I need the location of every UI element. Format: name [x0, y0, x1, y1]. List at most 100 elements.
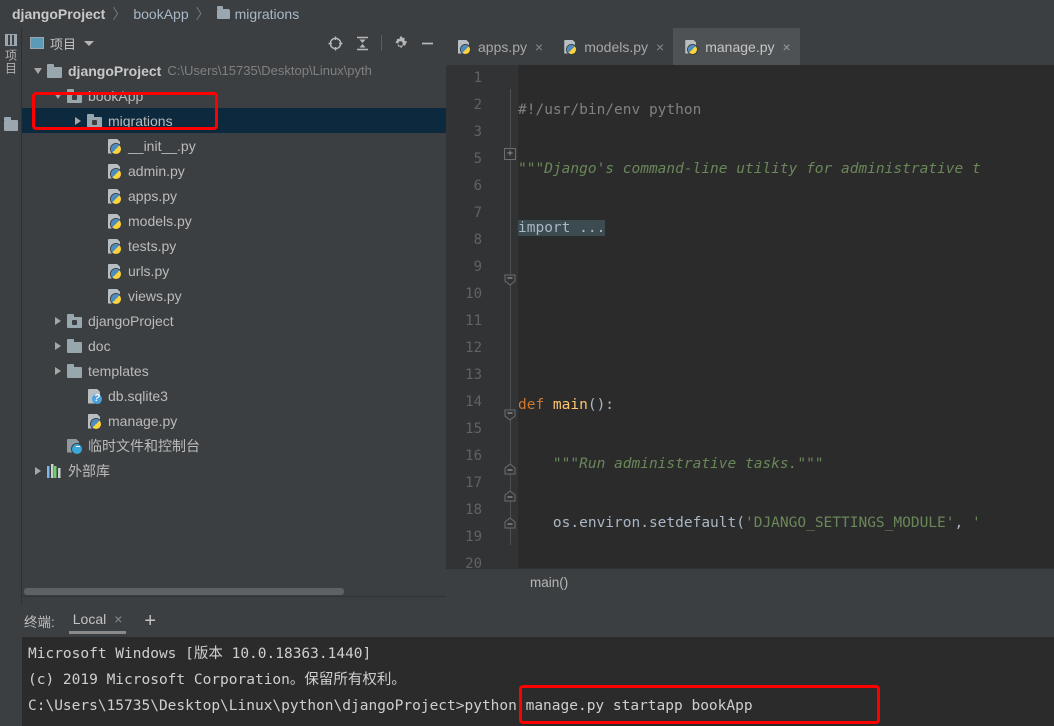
chevron-down-icon[interactable]	[30, 63, 46, 79]
terminal-line: C:\Users\15735\Desktop\Linux\python\djan…	[28, 698, 753, 714]
close-icon[interactable]: ×	[783, 40, 791, 54]
editor-tab-label: apps.py	[478, 38, 528, 55]
tree-row[interactable]: templates	[22, 358, 446, 383]
editor-breadcrumb[interactable]: main()	[446, 568, 1054, 596]
editor-tab-label: models.py	[584, 38, 649, 55]
code-line: """Run administrative tasks."""	[518, 451, 1054, 478]
tree-row-label: models.py	[128, 212, 192, 229]
breadcrumb: djangoProject 〉 bookApp 〉 migrations	[0, 0, 1054, 28]
chevron-down-icon[interactable]	[84, 40, 95, 46]
hide-panel-icon[interactable]	[419, 35, 436, 52]
editor-tab-models-py[interactable]: models.py ×	[552, 28, 673, 65]
folded-region[interactable]: import ...	[518, 220, 606, 236]
tree-row-label: djangoProject	[68, 62, 162, 79]
tree-row[interactable]: doc	[22, 333, 446, 358]
code-line: """Django's command-line utility for adm…	[518, 156, 1054, 183]
folder-icon[interactable]	[4, 117, 18, 131]
tree-row-label: templates	[88, 362, 149, 379]
tree-row[interactable]: ? db.sqlite3	[22, 383, 446, 408]
fold-column[interactable]: +	[504, 65, 518, 568]
project-panel: 项目 djangoProject C:\Users\15735\Desktop\…	[22, 28, 446, 604]
editor-tab-bar[interactable]: apps.py × models.py × manage.py ×	[446, 28, 1054, 65]
tree-row[interactable]: 临时文件和控制台	[22, 433, 446, 458]
editor-code-area[interactable]: 1 2 3 5 6 7 8 9 10 11 12 13 14 15 16 17 18 19 20 +	[446, 65, 1054, 568]
chevron-right-icon[interactable]	[70, 113, 86, 129]
tree-row[interactable]: apps.py	[22, 183, 446, 208]
line-number: 2	[473, 97, 482, 113]
tree-row[interactable]: bookApp	[22, 83, 446, 108]
tree-row[interactable]: djangoProject	[22, 308, 446, 333]
tree-row-label: migrations	[108, 112, 173, 129]
chevron-down-icon[interactable]	[50, 88, 66, 104]
sqlite-file-icon: ?	[86, 388, 103, 404]
breadcrumb-separator: 〉	[195, 6, 210, 22]
tree-row[interactable]: tests.py	[22, 233, 446, 258]
tree-row[interactable]: views.py	[22, 283, 446, 308]
python-file-icon	[106, 188, 123, 204]
chevron-right-icon[interactable]	[30, 463, 46, 479]
editor-tab-manage-py[interactable]: manage.py ×	[673, 28, 801, 65]
tree-row-label: tests.py	[128, 237, 177, 254]
close-icon[interactable]: ×	[114, 611, 122, 627]
editor-tab-apps-py[interactable]: apps.py ×	[446, 28, 552, 65]
tree-row[interactable]: models.py	[22, 208, 446, 233]
tree-row[interactable]: djangoProject C:\Users\15735\Desktop\Linu…	[22, 58, 446, 83]
fold-expand-icon[interactable]: +	[504, 148, 516, 160]
chevron-right-icon[interactable]	[50, 363, 66, 379]
project-tree[interactable]: djangoProject C:\Users\15735\Desktop\Linu…	[22, 58, 446, 582]
close-icon[interactable]: ×	[656, 40, 664, 54]
project-title-button[interactable]: 项目	[30, 34, 95, 53]
fold-collapse-icon[interactable]	[504, 408, 516, 421]
terminal-tab-local[interactable]: Local ×	[68, 607, 127, 635]
scrollbar-thumb[interactable]	[24, 588, 344, 595]
line-number: 13	[465, 367, 482, 383]
add-terminal-icon[interactable]: +	[144, 611, 156, 631]
chevron-right-icon[interactable]	[50, 313, 66, 329]
line-number: 17	[465, 475, 482, 491]
tree-row-label: db.sqlite3	[108, 387, 168, 404]
breadcrumb-item-bookapp[interactable]: bookApp	[133, 6, 188, 22]
tree-row[interactable]: admin.py	[22, 158, 446, 183]
fold-collapse-icon[interactable]	[504, 516, 516, 529]
code-token: """Django's command-line utility for adm…	[518, 161, 981, 177]
tree-row-path: C:\Users\15735\Desktop\Linux\pyth	[167, 63, 372, 78]
settings-gear-icon[interactable]	[392, 35, 409, 52]
toolbar-divider	[381, 35, 382, 51]
line-number: 14	[465, 394, 482, 410]
fold-collapse-icon[interactable]	[504, 489, 516, 502]
tree-row[interactable]: __init__.py	[22, 133, 446, 158]
fold-collapse-icon[interactable]	[504, 273, 516, 286]
code-text[interactable]: #!/usr/bin/env python """Django's comman…	[518, 65, 1054, 568]
tree-row[interactable]: manage.py	[22, 408, 446, 433]
close-icon[interactable]: ×	[535, 40, 543, 54]
locate-icon[interactable]	[327, 35, 344, 52]
tree-row[interactable]: urls.py	[22, 258, 446, 283]
breadcrumb-item-project[interactable]: djangoProject	[12, 6, 105, 22]
scratches-icon	[66, 438, 83, 454]
code-token: """Run administrative tasks."""	[518, 456, 824, 472]
project-panel-title: 项目	[50, 36, 77, 52]
tree-row[interactable]: 外部库	[22, 458, 446, 483]
line-number: 5	[473, 151, 482, 167]
tree-row[interactable]: migrations	[22, 108, 446, 133]
code-token: ():	[587, 397, 615, 413]
terminal-output[interactable]: Microsoft Windows [版本 10.0.18363.1440] (…	[22, 637, 1054, 726]
python-file-icon	[106, 238, 123, 254]
code-token: ,	[954, 515, 972, 531]
line-number: 7	[473, 205, 482, 221]
project-panel-toolbar	[327, 35, 440, 52]
line-number: 11	[465, 313, 482, 329]
collapse-all-icon[interactable]	[354, 35, 371, 52]
breadcrumb-item-migrations[interactable]: migrations	[235, 6, 300, 22]
line-number: 16	[465, 448, 482, 464]
terminal-tab-label: Local	[72, 610, 107, 627]
code-line: os.environ.setdefault('DJANGO_SETTINGS_M…	[518, 510, 1054, 537]
python-file-icon	[106, 213, 123, 229]
chevron-right-icon[interactable]	[50, 338, 66, 354]
tree-row-label: __init__.py	[128, 137, 196, 154]
fold-collapse-icon[interactable]	[504, 462, 516, 475]
project-horizontal-scrollbar[interactable]	[22, 586, 446, 596]
sidebar-tab-project[interactable]: 项目	[2, 34, 20, 75]
code-keyword: def	[518, 397, 553, 413]
